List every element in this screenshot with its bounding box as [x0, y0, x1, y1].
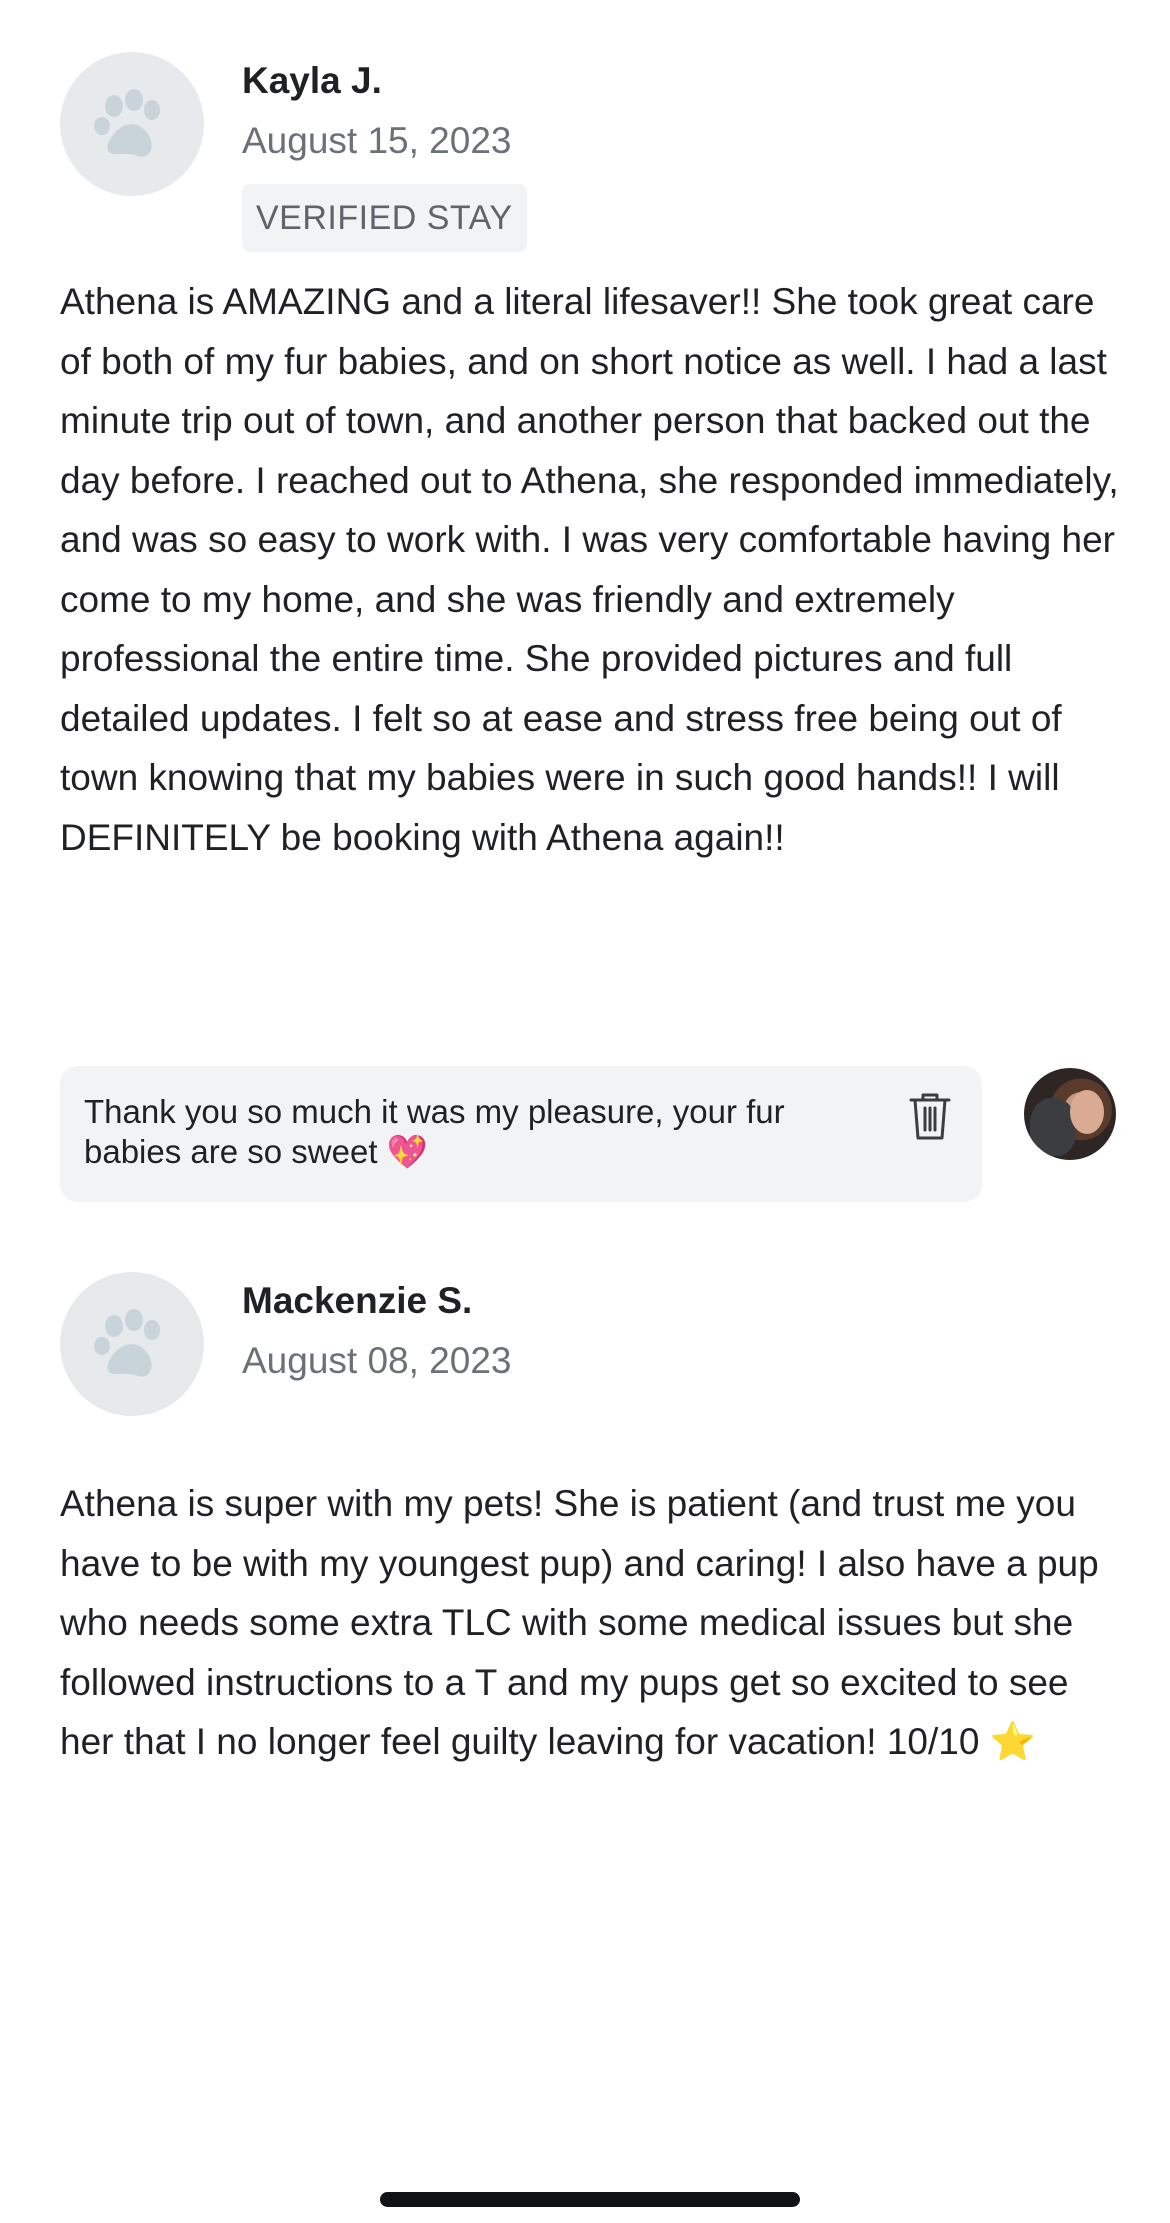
review-header: Kayla J. August 15, 2023 VERIFIED STAY — [60, 52, 1110, 272]
sitter-avatar — [1024, 1068, 1116, 1160]
reply-bubble: Thank you so much it was my pleasure, yo… — [60, 1066, 982, 1202]
review-text: Athena is super with my pets! She is pat… — [60, 1483, 1099, 1762]
review-card: Kayla J. August 15, 2023 VERIFIED STAY A… — [60, 52, 1119, 867]
paw-icon — [94, 89, 160, 157]
review-date: August 15, 2023 — [242, 120, 512, 161]
home-indicator[interactable] — [380, 2192, 800, 2207]
review-text: Athena is AMAZING and a literal lifesave… — [60, 281, 1119, 858]
reviewer-avatar — [60, 1272, 204, 1416]
reviewer-name: Mackenzie S. — [242, 1280, 473, 1321]
paw-icon — [94, 1309, 160, 1377]
verified-stay-badge: VERIFIED STAY — [242, 184, 527, 252]
review-header: Mackenzie S. August 08, 2023 — [60, 1272, 1110, 1474]
reviewer-name: Kayla J. — [242, 60, 382, 101]
trash-icon — [909, 1093, 951, 1140]
delete-reply-button[interactable] — [906, 1088, 954, 1144]
review-card: Mackenzie S. August 08, 2023 Athena is s… — [60, 1272, 1110, 1772]
sitter-reply: Thank you so much it was my pleasure, yo… — [60, 1066, 1116, 1202]
review-date: August 08, 2023 — [242, 1340, 512, 1381]
reviews-page: Kayla J. August 15, 2023 VERIFIED STAY A… — [0, 0, 1170, 2223]
reviewer-avatar — [60, 52, 204, 196]
reply-text: Thank you so much it was my pleasure, yo… — [84, 1093, 785, 1170]
